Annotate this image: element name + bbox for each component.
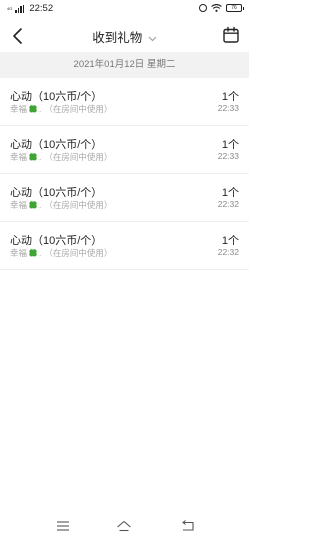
gift-count: 1个 bbox=[221, 187, 239, 199]
gift-sender-row: 幸福 . （在房间中使用） bbox=[10, 151, 112, 163]
battery-icon: 76 bbox=[226, 4, 244, 12]
back-nav-button[interactable] bbox=[180, 518, 196, 534]
sender-name: 幸福 bbox=[10, 152, 28, 162]
clover-icon bbox=[29, 105, 37, 113]
sender-dot: . bbox=[39, 152, 42, 162]
status-bar: 4G 22:52 76 bbox=[0, 0, 249, 20]
gift-count: 1个 bbox=[221, 235, 239, 247]
gift-count: 1个 bbox=[221, 91, 239, 103]
wifi-icon bbox=[211, 4, 222, 12]
gift-time: 22:33 bbox=[217, 103, 239, 113]
gift-list: 心动（10六币/个） 幸福 . （在房间中使用） 1个 22:33 心动（10六… bbox=[0, 78, 249, 270]
page-title: 收到礼物 bbox=[92, 31, 143, 45]
sender-dot: . bbox=[39, 248, 42, 258]
gift-note: （在房间中使用） bbox=[44, 104, 113, 114]
gift-time: 22:32 bbox=[217, 247, 239, 257]
menu-icon bbox=[57, 521, 69, 531]
sender-dot: . bbox=[39, 200, 42, 210]
date-header: 2021年01月12日 星期二 bbox=[0, 52, 249, 78]
gift-note: （在房间中使用） bbox=[44, 152, 113, 162]
menu-nav-button[interactable] bbox=[55, 518, 71, 534]
sender-name: 幸福 bbox=[10, 104, 28, 114]
gift-note: （在房间中使用） bbox=[44, 248, 113, 258]
chevron-down-icon bbox=[148, 36, 157, 41]
clover-icon bbox=[29, 201, 37, 209]
gift-sender-row: 幸福 . （在房间中使用） bbox=[10, 103, 112, 115]
calendar-button[interactable] bbox=[221, 25, 241, 45]
gift-name: 心动（10六币/个） bbox=[10, 139, 103, 151]
network-type-label: 4G bbox=[7, 6, 13, 11]
list-item[interactable]: 心动（10六币/个） 幸福 . （在房间中使用） 1个 22:32 bbox=[0, 222, 249, 270]
list-item[interactable]: 心动（10六币/个） 幸福 . （在房间中使用） 1个 22:32 bbox=[0, 174, 249, 222]
signal-icon bbox=[15, 4, 25, 13]
status-right: 76 bbox=[199, 4, 244, 12]
gift-name: 心动（10六币/个） bbox=[10, 235, 103, 247]
list-item[interactable]: 心动（10六币/个） 幸福 . （在房间中使用） 1个 22:33 bbox=[0, 126, 249, 174]
gift-note: （在房间中使用） bbox=[44, 200, 113, 210]
sender-dot: . bbox=[39, 104, 42, 114]
calendar-icon bbox=[223, 26, 239, 43]
home-icon bbox=[117, 520, 131, 532]
gift-time: 22:33 bbox=[217, 151, 239, 161]
gift-sender-row: 幸福 . （在房间中使用） bbox=[10, 199, 112, 211]
gift-count: 1个 bbox=[221, 139, 239, 151]
return-icon bbox=[182, 520, 194, 531]
gift-name: 心动（10六币/个） bbox=[10, 187, 103, 199]
clover-icon bbox=[29, 249, 37, 257]
sender-name: 幸福 bbox=[10, 248, 28, 258]
system-nav-bar bbox=[0, 512, 249, 540]
status-left: 4G 22:52 bbox=[7, 3, 53, 14]
status-time: 22:52 bbox=[29, 3, 54, 14]
title-dropdown[interactable]: 收到礼物 bbox=[0, 27, 249, 46]
gift-time: 22:32 bbox=[217, 199, 239, 209]
sender-name: 幸福 bbox=[10, 200, 28, 210]
home-nav-button[interactable] bbox=[116, 518, 132, 534]
alarm-icon bbox=[199, 4, 207, 12]
list-item[interactable]: 心动（10六币/个） 幸福 . （在房间中使用） 1个 22:33 bbox=[0, 78, 249, 126]
clover-icon bbox=[29, 153, 37, 161]
header: 收到礼物 bbox=[0, 20, 249, 52]
gift-name: 心动（10六币/个） bbox=[10, 91, 103, 103]
gift-sender-row: 幸福 . （在房间中使用） bbox=[10, 247, 112, 259]
